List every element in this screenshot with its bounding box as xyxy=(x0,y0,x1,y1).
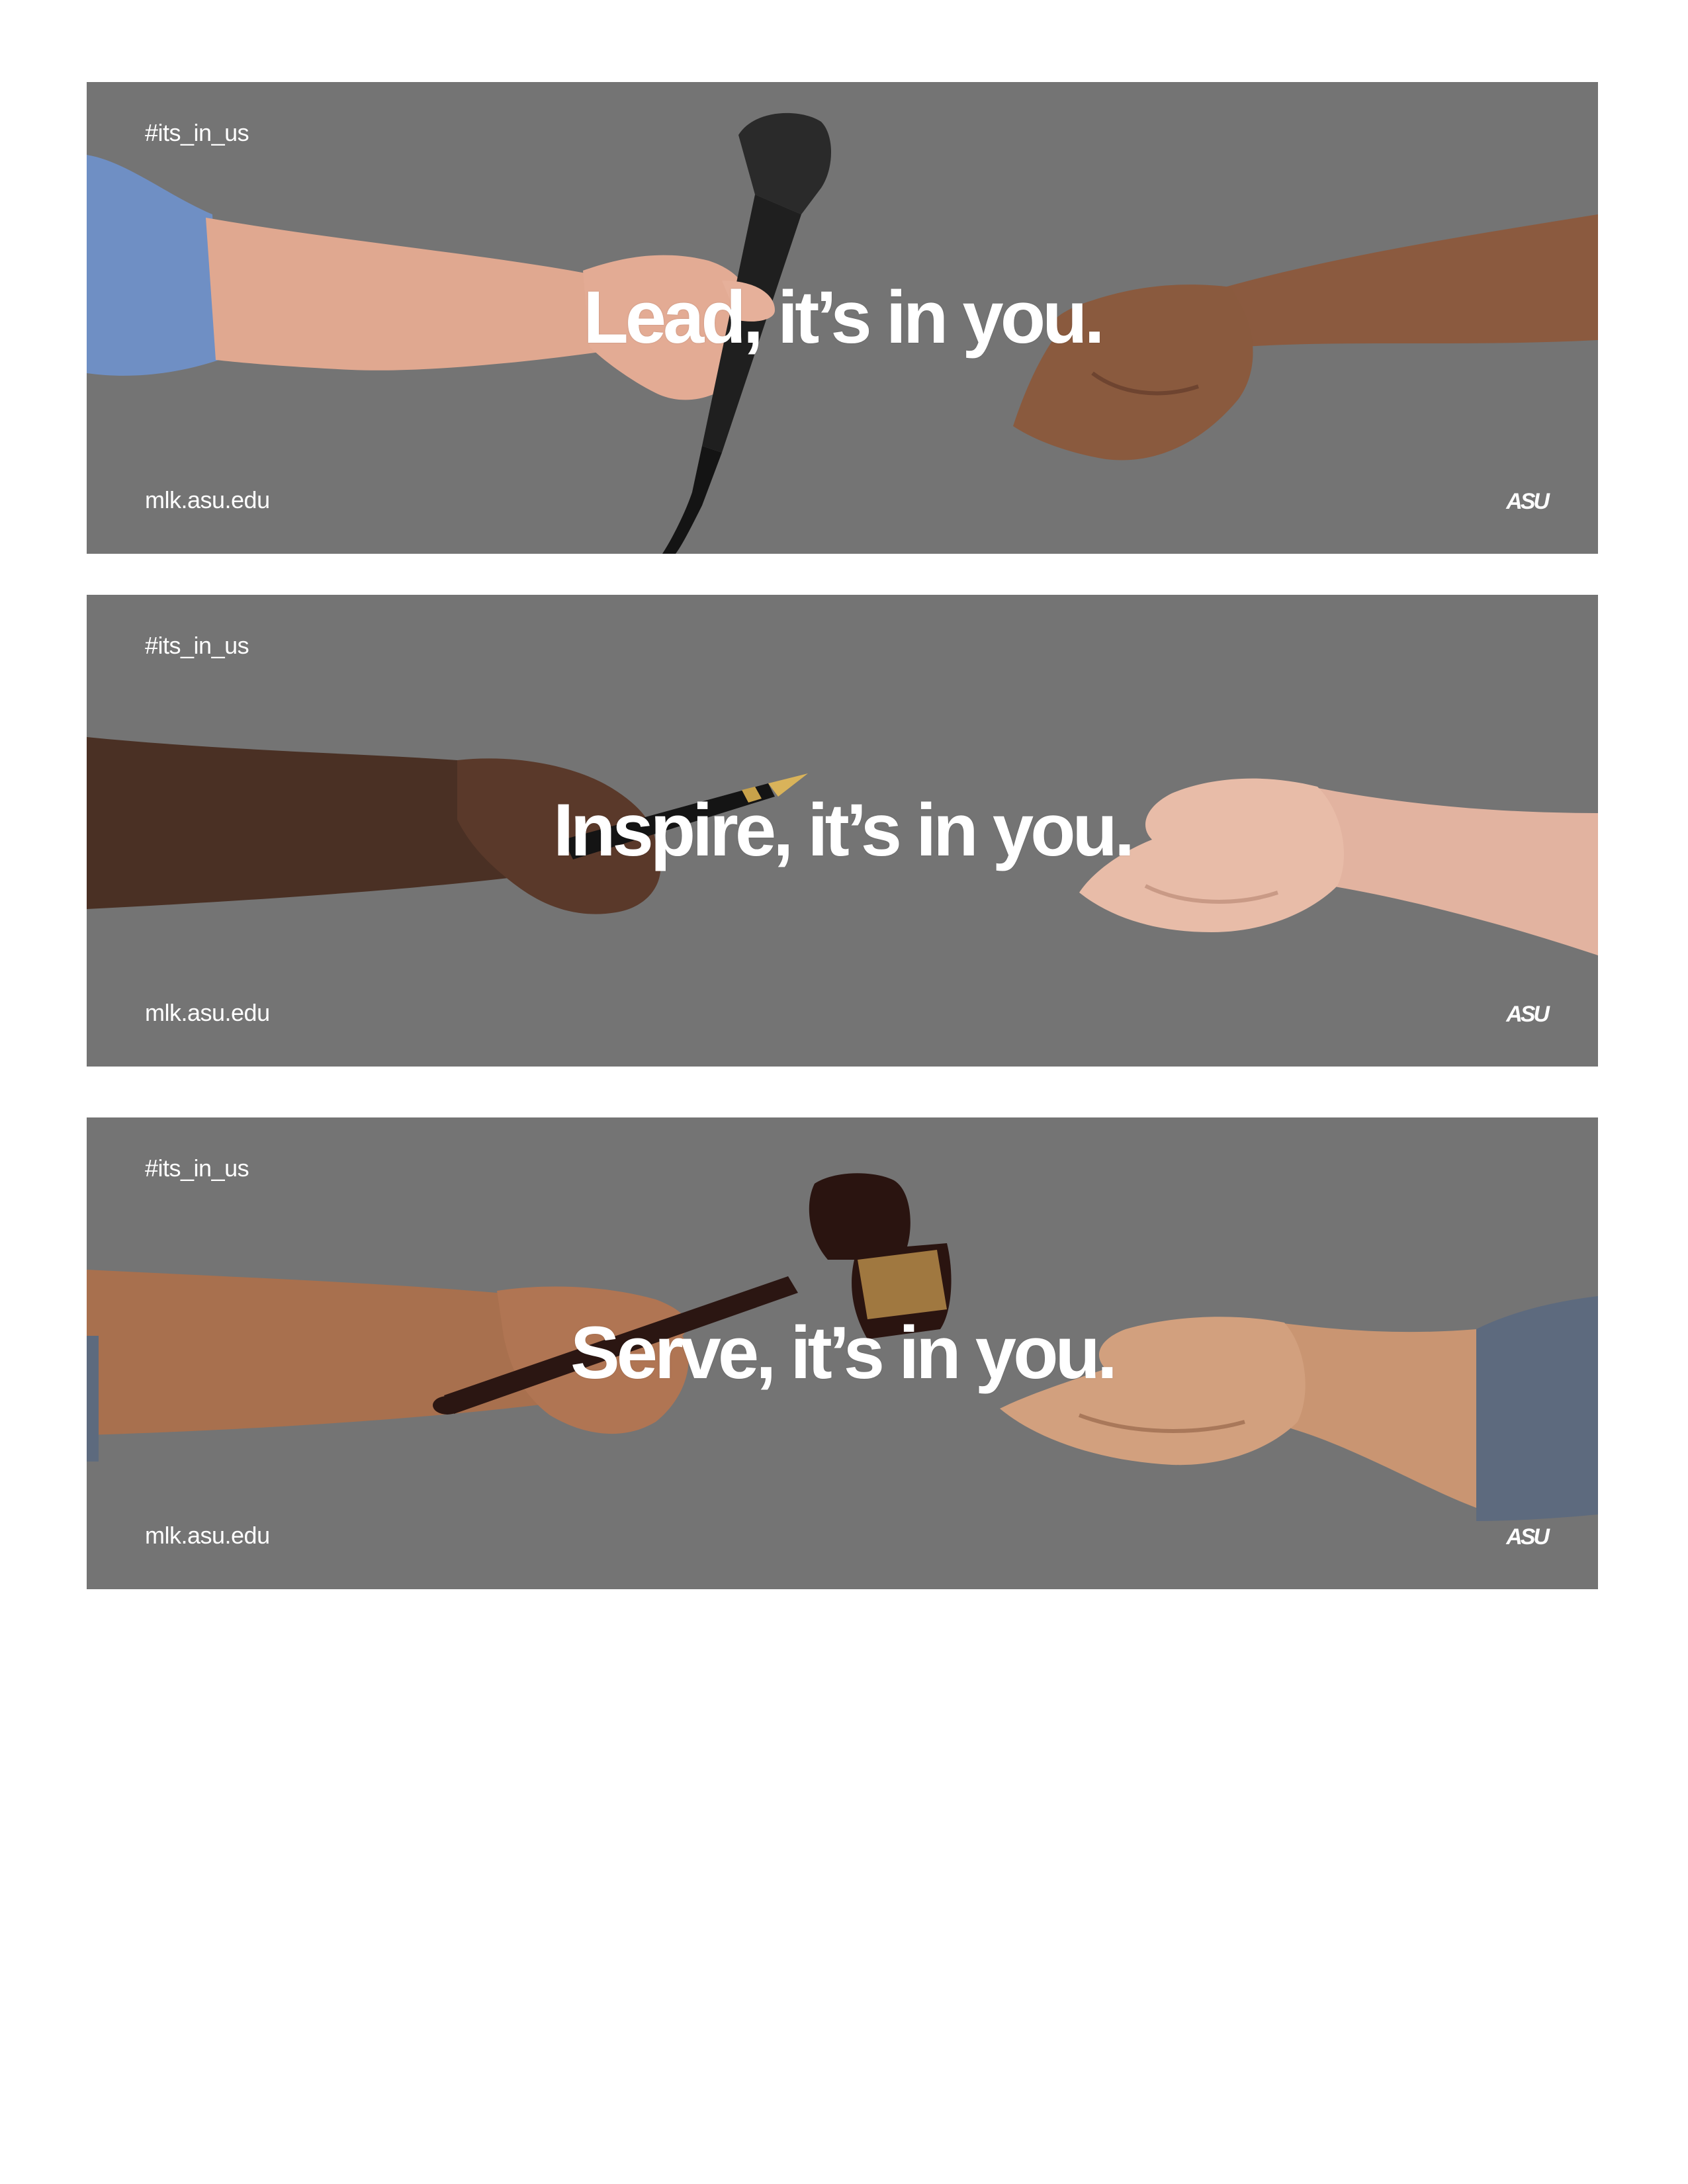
hashtag: #its_in_us xyxy=(145,632,249,659)
headline: Serve, it’s in you. xyxy=(570,1311,1118,1394)
asu-logo: ASU xyxy=(1506,1524,1550,1550)
website-url: mlk.asu.edu xyxy=(145,1522,270,1549)
asu-logo: ASU xyxy=(1506,1002,1550,1027)
hashtag: #its_in_us xyxy=(145,1155,249,1182)
asu-logo: ASU xyxy=(1506,489,1550,514)
headline: Lead, it’s in you. xyxy=(583,276,1104,359)
hashtag: #its_in_us xyxy=(145,119,249,146)
website-url: mlk.asu.edu xyxy=(145,486,270,513)
banner-lead: #its_in_us Lead, it’s in you. mlk.asu.ed… xyxy=(87,82,1598,554)
website-url: mlk.asu.edu xyxy=(145,999,270,1026)
banner-inspire: #its_in_us Inspire, it’s in you. mlk.asu… xyxy=(87,595,1598,1067)
headline: Inspire, it’s in you. xyxy=(553,789,1135,871)
banner-serve: #its_in_us Serve, it’s in you. mlk.asu.e… xyxy=(87,1117,1598,1589)
